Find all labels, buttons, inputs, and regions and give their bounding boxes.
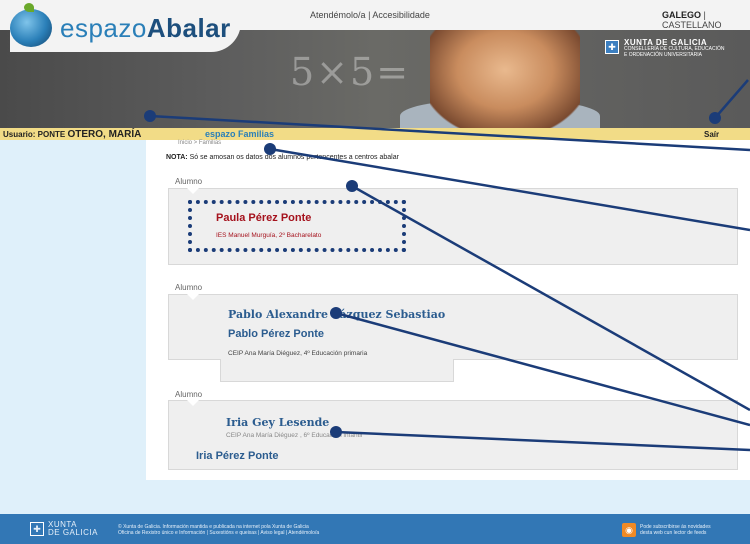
pointer-dot-logout [709, 112, 721, 124]
pointer-dot-familias [264, 143, 276, 155]
pointer-line-card2 [335, 311, 750, 427]
pointer-line-card3 [335, 430, 750, 452]
annotation-pointers [144, 79, 750, 452]
page: 5×5= espazoAbalar Atendémolo/a | Accesib… [0, 0, 750, 544]
pointer-dot-card3 [330, 426, 342, 438]
pointer-line-logout [714, 79, 749, 119]
pointer-dot-card2 [330, 307, 342, 319]
pointer-line-familias [269, 147, 750, 232]
pointer-dot-card1 [346, 180, 358, 192]
pointer-dot-user [144, 110, 156, 122]
pointer-line-user [149, 114, 750, 152]
